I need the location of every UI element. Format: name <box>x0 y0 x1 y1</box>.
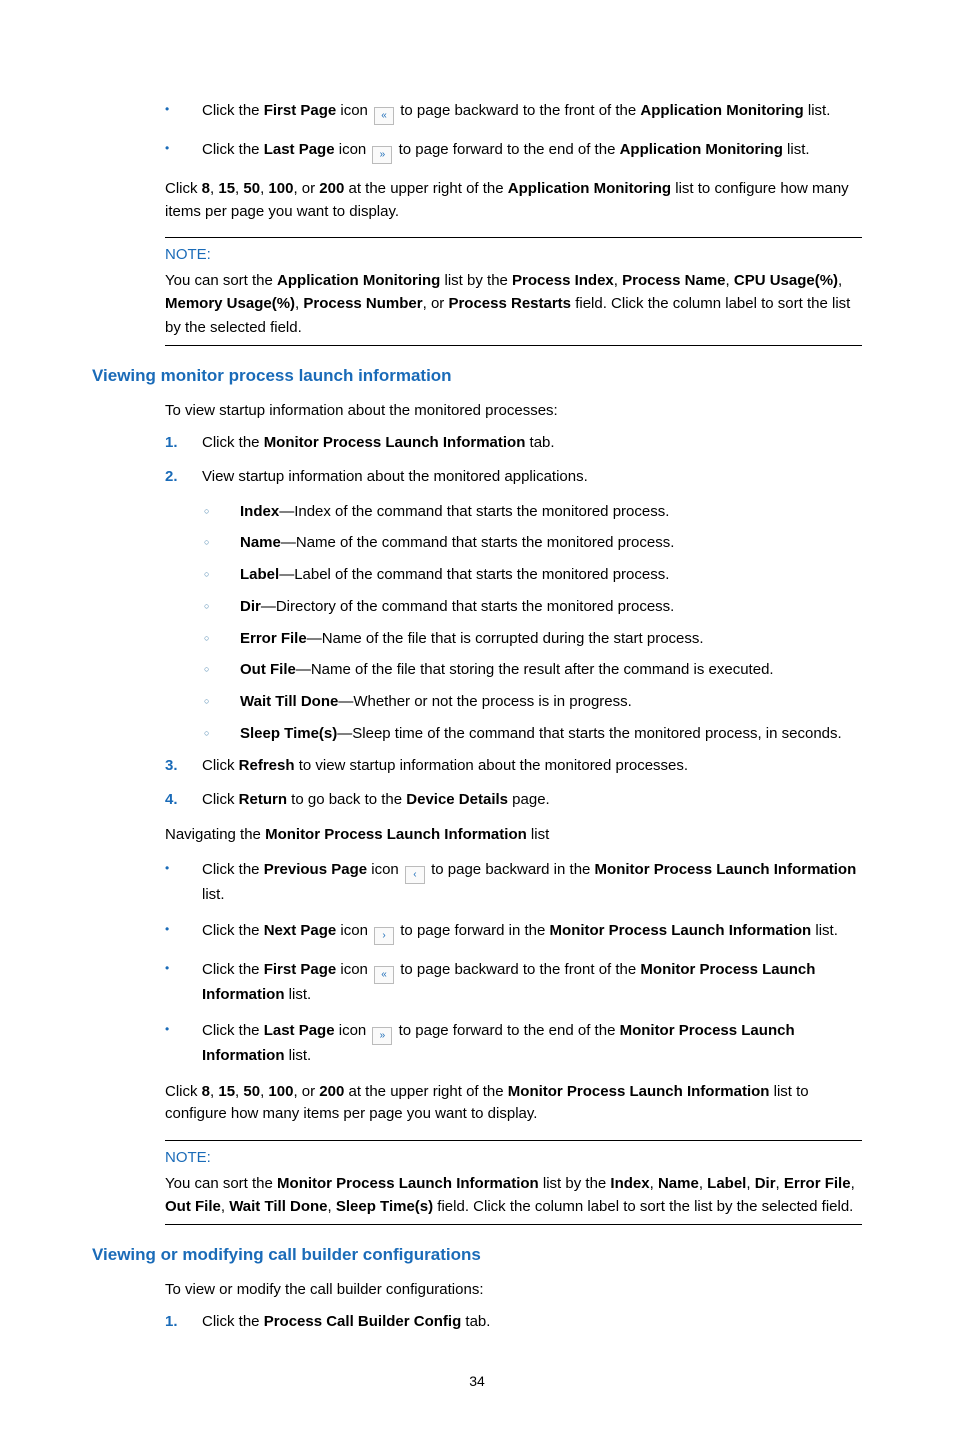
paragraph: Click 8, 15, 50, 100, or 200 at the uppe… <box>92 178 862 223</box>
step-number: 1. <box>165 1311 178 1334</box>
paragraph: Navigating the Monitor Process Launch In… <box>92 824 862 846</box>
bullet-item: Click the Last Page icon » to page forwa… <box>92 1020 862 1067</box>
numbered-step: 4.Click Return to go back to the Device … <box>92 789 862 812</box>
step-number: 2. <box>165 466 178 489</box>
numbered-step: 1.Click the Monitor Process Launch Infor… <box>92 432 862 455</box>
note-box: NOTE: You can sort the Application Monit… <box>165 237 862 346</box>
next-page-icon: › <box>374 927 394 945</box>
numbered-step: 3.Click Refresh to view startup informat… <box>92 755 862 778</box>
step-number: 1. <box>165 432 178 455</box>
note-body: You can sort the Monitor Process Launch … <box>165 1172 862 1219</box>
field-item: Label—Label of the command that starts t… <box>92 564 862 586</box>
bullet-item: Click the First Page icon « to page back… <box>92 100 862 125</box>
note-label: NOTE: <box>165 1149 862 1166</box>
first-page-icon: « <box>374 966 394 984</box>
page-number: 34 <box>92 1373 862 1389</box>
field-item: Index—Index of the command that starts t… <box>92 501 862 523</box>
bullet-item: Click the Previous Page icon ‹ to page b… <box>92 859 862 906</box>
paragraph: To view startup information about the mo… <box>92 400 862 422</box>
last-page-icon: » <box>372 1027 392 1045</box>
numbered-step: 2.View startup information about the mon… <box>92 466 862 489</box>
bullet-item: Click the Last Page icon » to page forwa… <box>92 139 862 164</box>
field-item: Out File—Name of the file that storing t… <box>92 659 862 681</box>
field-item: Error File—Name of the file that is corr… <box>92 628 862 650</box>
last-page-icon: » <box>372 146 392 164</box>
numbered-step: 1.Click the Process Call Builder Config … <box>92 1311 862 1334</box>
first-page-icon: « <box>374 107 394 125</box>
paragraph: To view or modify the call builder confi… <box>92 1279 862 1301</box>
field-item: Name—Name of the command that starts the… <box>92 532 862 554</box>
note-body: You can sort the Application Monitoring … <box>165 269 862 339</box>
field-item: Dir—Directory of the command that starts… <box>92 596 862 618</box>
bullet-item: Click the First Page icon « to page back… <box>92 959 862 1006</box>
paragraph: Click 8, 15, 50, 100, or 200 at the uppe… <box>92 1081 862 1126</box>
step-number: 4. <box>165 789 178 812</box>
note-label: NOTE: <box>165 246 862 263</box>
previous-page-icon: ‹ <box>405 866 425 884</box>
note-box: NOTE: You can sort the Monitor Process L… <box>165 1140 862 1226</box>
bullet-item: Click the Next Page icon › to page forwa… <box>92 920 862 945</box>
section-heading: Viewing monitor process launch informati… <box>92 366 862 386</box>
section-heading: Viewing or modifying call builder config… <box>92 1245 862 1265</box>
field-item: Sleep Time(s)—Sleep time of the command … <box>92 723 862 745</box>
field-item: Wait Till Done—Whether or not the proces… <box>92 691 862 713</box>
step-number: 3. <box>165 755 178 778</box>
